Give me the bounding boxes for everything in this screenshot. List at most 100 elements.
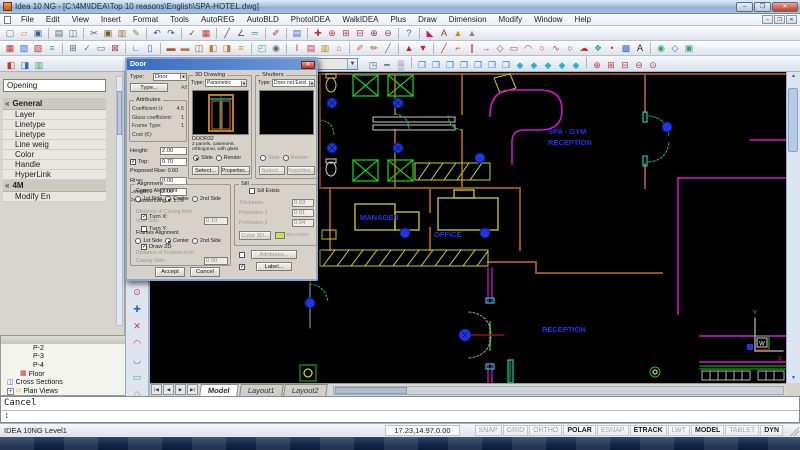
table-tool-icon[interactable]: ⊞ xyxy=(67,42,80,55)
zoom-dyn-icon[interactable]: ⊙ xyxy=(647,59,660,72)
lineweight-tool-icon[interactable]: ━ xyxy=(381,59,394,72)
mdi-restore-button[interactable]: ❐ xyxy=(774,15,785,24)
layer-edit-icon[interactable]: ▨ xyxy=(18,42,31,55)
insert-block-icon[interactable]: ❖ xyxy=(592,42,605,55)
shade-mode-4-icon[interactable]: ◆ xyxy=(556,59,569,72)
category-selector[interactable]: Opening xyxy=(3,79,106,92)
casing-center-radio[interactable] xyxy=(165,196,171,202)
tab-model[interactable]: Model xyxy=(199,384,238,396)
drawing3d-type-combo[interactable]: Parametric ▼ xyxy=(205,79,247,87)
osnap-settings-icon[interactable]: ◧ xyxy=(5,59,18,72)
tab-nav-button[interactable]: ◀ xyxy=(163,384,174,395)
draw-spline-icon[interactable]: ∿ xyxy=(550,42,563,55)
render-cube-2-icon[interactable]: ❒ xyxy=(430,59,443,72)
zoom-in-icon[interactable]: ⊕ xyxy=(368,27,381,40)
frames-1st-radio[interactable] xyxy=(135,238,141,244)
render-cube-6-icon[interactable]: ❒ xyxy=(486,59,499,72)
text-a-icon[interactable]: A xyxy=(634,42,647,55)
sidebar-item-hyperlink[interactable]: HyperLink xyxy=(3,170,106,180)
paste-icon[interactable]: ▥ xyxy=(116,27,129,40)
shutter-properties-button[interactable]: Properties... xyxy=(287,166,315,175)
shutter-select-button[interactable]: Select... xyxy=(259,166,285,175)
redo-icon[interactable]: ↷ xyxy=(165,27,178,40)
wall-check-icon[interactable]: ✓ xyxy=(81,42,94,55)
image-attach-icon[interactable]: ▣ xyxy=(683,42,696,55)
draw-arc-icon[interactable]: ◠ xyxy=(522,42,535,55)
zoom-realtime-icon[interactable]: ⊕ xyxy=(326,27,339,40)
draw-line-icon[interactable]: ╱ xyxy=(438,42,451,55)
batch-check-icon[interactable]: ▦ xyxy=(200,27,213,40)
menu-view[interactable]: View xyxy=(66,14,95,25)
4m-area-icon[interactable]: A xyxy=(438,27,451,40)
cancel-button[interactable]: Cancel xyxy=(190,267,220,277)
layer-grid-icon[interactable]: ▦ xyxy=(4,42,17,55)
draw-polygon-icon[interactable]: ◇ xyxy=(494,42,507,55)
toggle-polar[interactable]: POLAR xyxy=(563,425,596,436)
draw-double-line-icon[interactable]: ∥ xyxy=(466,42,479,55)
text-insert-icon[interactable]: I xyxy=(291,42,304,55)
sidebar-item-color[interactable]: Color xyxy=(3,150,106,160)
expand-icon[interactable]: + xyxy=(7,388,14,395)
toggle-model[interactable]: MODEL xyxy=(691,425,724,436)
format-painter-icon[interactable]: ✎ xyxy=(130,27,143,40)
color-3d-button[interactable]: Color 3D... xyxy=(239,231,271,240)
tab-nav-button[interactable]: ▶| xyxy=(187,384,198,395)
tab-nav-button[interactable]: ▶ xyxy=(175,384,186,395)
attributes-checkbox[interactable] xyxy=(239,252,245,258)
shade-mode-1-icon[interactable]: ◆ xyxy=(514,59,527,72)
mdi-close-button[interactable]: ✕ xyxy=(786,15,797,24)
door-type-combo[interactable]: Door ▼ xyxy=(153,73,187,81)
zoom-minus-icon[interactable]: ⊖ xyxy=(633,59,646,72)
tab-layout1[interactable]: Layout1 xyxy=(239,384,283,396)
command-input[interactable]: : xyxy=(1,411,799,422)
tab-layout2[interactable]: Layout2 xyxy=(284,384,328,396)
shutter-render-radio[interactable] xyxy=(283,155,289,161)
menu-format[interactable]: Format xyxy=(127,14,164,25)
menu-window[interactable]: Window xyxy=(528,14,568,25)
boundary-tool-icon[interactable]: ◇ xyxy=(669,42,682,55)
top-checkbox[interactable] xyxy=(130,159,136,165)
print-preview-icon[interactable]: ◫ xyxy=(67,27,80,40)
ruler-diag-icon[interactable]: ╱ xyxy=(382,42,395,55)
toggle-lwt[interactable]: LWT xyxy=(668,425,690,436)
roof-tool-icon[interactable]: ⌂ xyxy=(333,42,346,55)
draw-ray-icon[interactable]: → xyxy=(480,42,493,55)
resize-grip[interactable] xyxy=(789,426,799,436)
shade-mode-3-icon[interactable]: ◆ xyxy=(542,59,555,72)
select-button[interactable]: Select... xyxy=(192,166,219,175)
sidebar-item-handle[interactable]: Handle xyxy=(3,160,106,170)
render-cube-5-icon[interactable]: ❒ xyxy=(472,59,485,72)
properties-panel-icon[interactable]: ▤ xyxy=(291,27,304,40)
column-tool-icon[interactable]: ▯ xyxy=(144,42,157,55)
menu-modify[interactable]: Modify xyxy=(493,14,529,25)
zoom-window-icon[interactable]: ⊞ xyxy=(340,27,353,40)
level-manager-icon[interactable]: ≡ xyxy=(46,42,59,55)
tri-down-icon[interactable]: ▼ xyxy=(417,42,430,55)
text-table-icon[interactable]: ▤ xyxy=(305,42,318,55)
accept-button[interactable]: Accept xyxy=(155,267,185,277)
shade-mode-5-icon[interactable]: ◆ xyxy=(570,59,583,72)
height-field[interactable]: 2.00 xyxy=(160,147,187,155)
window-titlebar[interactable]: Idea 10 NG - [C:\4M\IDEA\Top 10 reasons\… xyxy=(0,0,800,14)
match-properties-icon[interactable]: ◳ xyxy=(367,59,380,72)
render-radio[interactable] xyxy=(216,155,222,161)
wall-double-icon[interactable]: ▬ xyxy=(179,42,192,55)
render-cube-4-icon[interactable]: ❒ xyxy=(458,59,471,72)
door-tool-icon[interactable]: ◧ xyxy=(207,42,220,55)
parallel-tool-icon[interactable]: ═ xyxy=(249,27,262,40)
casing-1st-radio[interactable] xyxy=(135,196,141,202)
toggle-snap[interactable]: SNAP xyxy=(475,425,502,436)
wall-tool-icon[interactable]: ▬ xyxy=(165,42,178,55)
menu-plus[interactable]: Plus xyxy=(385,14,413,25)
menu-help[interactable]: Help xyxy=(569,14,597,25)
sidebar-item-line-weig[interactable]: Line weig xyxy=(3,140,106,150)
stairs-tool-icon[interactable]: ≡ xyxy=(235,42,248,55)
plot-style-icon[interactable]: ▒ xyxy=(395,59,408,72)
tri-up-icon[interactable]: ▲ xyxy=(403,42,416,55)
toggle-etrack[interactable]: ETRACK xyxy=(630,425,667,436)
v-pan-icon[interactable]: ✚ xyxy=(131,303,144,316)
shutters-type-combo[interactable]: Does not Exist ▼ xyxy=(272,79,315,87)
toggle-tablet[interactable]: TABLET xyxy=(725,425,759,436)
menu-walkidea[interactable]: WalkIDEA xyxy=(336,14,384,25)
attributes-button[interactable]: Attributes... xyxy=(251,250,297,259)
